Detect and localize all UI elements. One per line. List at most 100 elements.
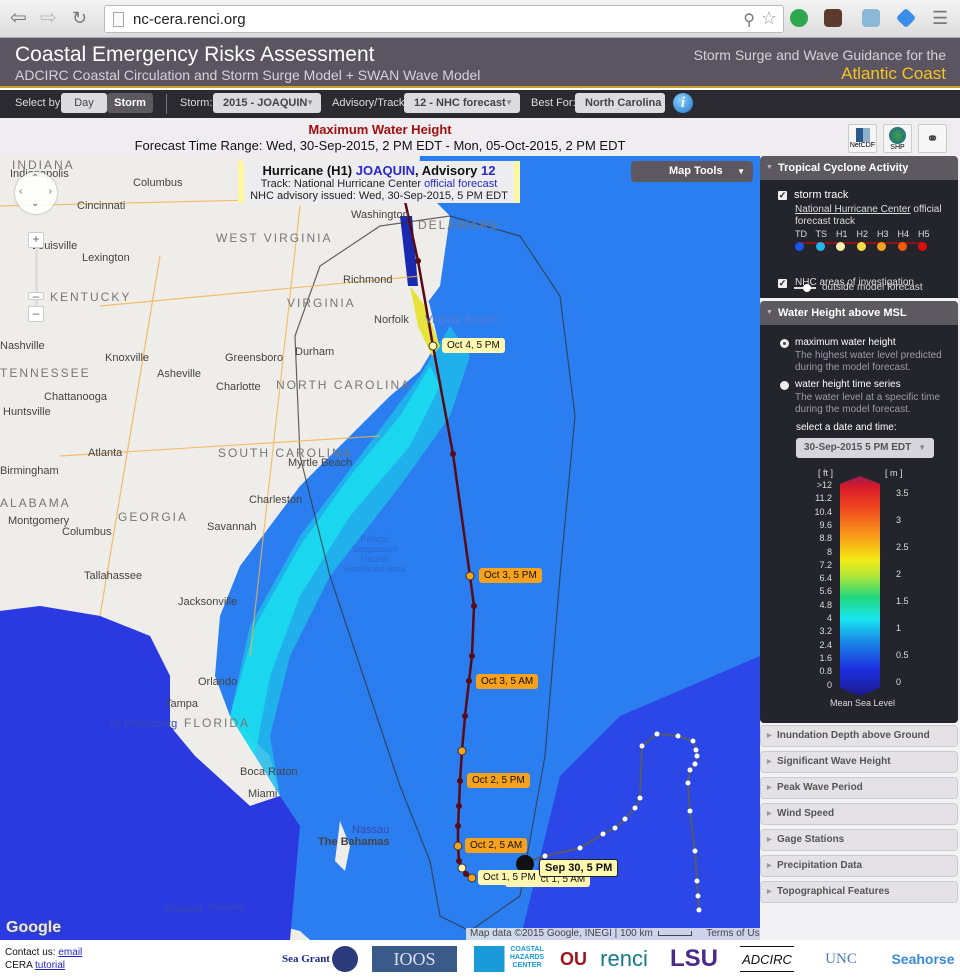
past-track-point[interactable]: [694, 878, 700, 884]
storm-toggle[interactable]: Storm: [107, 93, 153, 113]
official-forecast-link[interactable]: official forecast: [424, 178, 497, 190]
ou-logo[interactable]: OU: [560, 946, 587, 972]
netcdf-download-button[interactable]: NetCDF: [848, 124, 877, 153]
zoom-out-icon[interactable]: ⚲: [743, 10, 755, 30]
storm-track-checkbox[interactable]: ✓: [778, 191, 787, 200]
shp-download-button[interactable]: SHP: [883, 124, 912, 153]
zoom-out-button[interactable]: –: [28, 306, 44, 322]
past-track-point[interactable]: [600, 831, 606, 837]
past-track-point[interactable]: [577, 845, 583, 851]
link-button[interactable]: ⚭: [918, 124, 947, 153]
accordion-item[interactable]: ▶ Topographical Features: [760, 881, 958, 903]
category-dot-h5: [918, 242, 927, 251]
track-point[interactable]: [453, 841, 463, 851]
back-arrow-icon[interactable]: ⇦: [10, 8, 27, 28]
past-track-point[interactable]: [692, 848, 698, 854]
coastal-hazards-logo[interactable]: COASTAL HAZARDS CENTER: [474, 946, 550, 972]
pan-control[interactable]: ⌃ ‹ › ⌄: [15, 172, 57, 214]
map-tools-button[interactable]: Map Tools ▼: [631, 161, 753, 182]
track-point[interactable]: [469, 653, 475, 659]
renci-logo[interactable]: renci: [594, 946, 654, 972]
max-water-radio[interactable]: [780, 339, 789, 348]
lsu-logo[interactable]: LSU: [665, 946, 723, 972]
past-track-point[interactable]: [675, 733, 681, 739]
day-toggle[interactable]: Day: [61, 93, 107, 113]
past-track-point[interactable]: [687, 767, 693, 773]
camera-icon[interactable]: [824, 9, 842, 27]
info-icon[interactable]: i: [673, 93, 693, 113]
nhc-link[interactable]: National Hurricane Center: [795, 204, 911, 215]
hangouts-icon[interactable]: [790, 9, 808, 27]
track-point[interactable]: [467, 873, 477, 883]
accordion-item[interactable]: ▶ Precipitation Data: [760, 855, 958, 877]
best-for-select[interactable]: North Carolina: [575, 93, 665, 113]
track-point[interactable]: [428, 341, 438, 351]
nhc-areas-checkbox[interactable]: ✓: [778, 279, 787, 288]
zoom-slider-handle[interactable]: –: [28, 290, 44, 302]
track-point[interactable]: [465, 571, 475, 581]
advisory-select[interactable]: 12 - NHC forecast ▼: [404, 93, 520, 113]
storm-headline: Hurricane (H1) JOAQUIN, Advisory 12: [244, 163, 514, 178]
unc-logo[interactable]: UNC: [806, 946, 876, 972]
tutorial-link[interactable]: tutorial: [35, 960, 65, 971]
image-icon[interactable]: [862, 9, 880, 27]
seahorse-logo[interactable]: Seahorse: [888, 946, 958, 972]
sea-grant-logo[interactable]: Sea Grant: [282, 946, 330, 972]
pan-right-icon[interactable]: ›: [49, 186, 52, 197]
bookmark-star-icon[interactable]: ☆: [761, 8, 777, 29]
past-track-point[interactable]: [685, 780, 691, 786]
track-point[interactable]: [415, 258, 421, 264]
reload-icon[interactable]: ↻: [72, 8, 87, 28]
past-track-point[interactable]: [542, 853, 548, 859]
diamond-icon[interactable]: [895, 7, 917, 29]
adcirc-logo[interactable]: ADCIRC: [740, 946, 794, 972]
tropical-cyclone-header[interactable]: ▼ Tropical Cyclone Activity: [760, 156, 958, 180]
past-track-point[interactable]: [612, 825, 618, 831]
dhs-logo[interactable]: DHS: [332, 946, 358, 972]
accordion-item[interactable]: ▶ Inundation Depth above Ground: [760, 725, 958, 747]
past-track-point[interactable]: [632, 805, 638, 811]
date-time-select[interactable]: 30-Sep-2015 5 PM EDT ▼: [796, 438, 934, 458]
past-track-point[interactable]: [639, 743, 645, 749]
forward-arrow-icon[interactable]: ⇨: [40, 8, 57, 28]
email-link[interactable]: email: [58, 947, 82, 958]
address-bar[interactable]: nc-cera.renci.org ⚲ ☆: [104, 5, 784, 33]
track-point[interactable]: [462, 713, 468, 719]
track-point[interactable]: [457, 746, 467, 756]
pan-down-icon[interactable]: ⌄: [31, 198, 39, 209]
track-point[interactable]: [455, 823, 461, 829]
past-track-point[interactable]: [690, 738, 696, 744]
track-point[interactable]: [457, 863, 467, 873]
past-track-point[interactable]: [637, 795, 643, 801]
track-point[interactable]: [471, 603, 477, 609]
past-track-point[interactable]: [622, 816, 628, 822]
pan-left-icon[interactable]: ‹: [19, 186, 22, 197]
past-track-point[interactable]: [694, 753, 700, 759]
past-track-point[interactable]: [695, 893, 701, 899]
pan-up-icon[interactable]: ⌃: [31, 173, 39, 184]
past-track-point[interactable]: [693, 747, 699, 753]
time-series-radio[interactable]: [780, 381, 789, 390]
track-point[interactable]: [457, 778, 463, 784]
zoom-in-button[interactable]: +: [28, 232, 44, 248]
past-track-point[interactable]: [696, 907, 702, 913]
page-icon: [113, 12, 124, 27]
water-height-header[interactable]: ▼ Water Height above MSL: [760, 301, 958, 325]
track-point[interactable]: [456, 803, 462, 809]
track-point[interactable]: [466, 678, 472, 684]
accordion-item[interactable]: ▶ Peak Wave Period: [760, 777, 958, 799]
ioos-logo[interactable]: IOOS: [372, 946, 457, 972]
toolbar-divider: [166, 94, 167, 114]
accordion-item[interactable]: ▶ Gage Stations: [760, 829, 958, 851]
terms-of-use-link[interactable]: Terms of Use: [706, 928, 760, 939]
accordion-item[interactable]: ▶ Wind Speed: [760, 803, 958, 825]
past-track-point[interactable]: [687, 808, 693, 814]
track-point[interactable]: [450, 451, 456, 457]
storm-select[interactable]: 2015 - JOAQUIN ▼: [213, 93, 321, 113]
map-canvas[interactable]: INDIANA WEST VIRGINIA KENTUCKY VIRGINIA …: [0, 156, 760, 940]
accordion-item[interactable]: ▶ Significant Wave Height: [760, 751, 958, 773]
past-track-point[interactable]: [692, 761, 698, 767]
menu-icon[interactable]: ☰: [932, 8, 948, 28]
track-point[interactable]: [456, 858, 462, 864]
past-track-point[interactable]: [654, 731, 660, 737]
